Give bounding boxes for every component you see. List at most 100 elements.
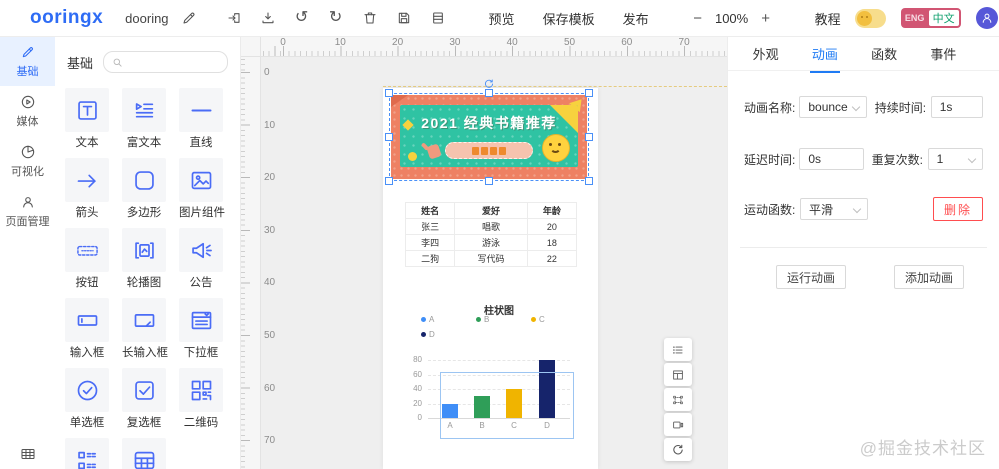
zoom-out-button[interactable]: −	[689, 10, 707, 27]
y-axis-label: 20	[413, 398, 422, 408]
repeat-label: 重复次数:	[871, 152, 923, 167]
component-item-5[interactable]: 图片组件	[179, 158, 225, 219]
block-icon	[671, 418, 685, 432]
pie-chart-icon	[20, 144, 36, 160]
component-item-0[interactable]: 文本	[65, 88, 109, 149]
component-label: 单选框	[69, 417, 105, 429]
block-tool-button[interactable]	[664, 413, 692, 436]
zoom-in-button[interactable]: +	[757, 10, 775, 27]
resize-handle[interactable]	[485, 89, 493, 97]
table-row: 张三 唱歌 20	[404, 218, 578, 235]
sidebar-item-1[interactable]: 媒体	[0, 86, 55, 136]
y-axis-label: 0	[417, 413, 422, 422]
banner-title: 2021 经典书籍推荐	[421, 115, 557, 131]
smiley-face-decor	[542, 134, 570, 162]
component-item-1[interactable]: 富文本	[122, 88, 166, 149]
component-label: 按钮	[75, 277, 99, 289]
search-input[interactable]	[103, 51, 228, 73]
layout-tool-button[interactable]	[664, 363, 692, 386]
component-item-14[interactable]: 二维码	[179, 368, 223, 429]
language-toggle[interactable]: ENG 中文	[900, 8, 961, 28]
undo-button[interactable]: ↺	[285, 0, 319, 36]
watermark: @掘金技术社区	[859, 439, 986, 458]
component-item-10[interactable]: 长输入框	[122, 298, 168, 359]
table-header-cell: 爱好	[454, 202, 528, 219]
component-item-3[interactable]: 箭头	[65, 158, 109, 219]
delay-input[interactable]: 0s	[799, 148, 864, 170]
delete-button[interactable]	[353, 0, 387, 36]
delete-animation-button[interactable]: 删除	[933, 197, 983, 221]
lang-eng-segment[interactable]: ENG	[901, 13, 929, 23]
transform-tool-button[interactable]	[664, 388, 692, 411]
component-item-12[interactable]: 单选框	[65, 368, 109, 429]
user-avatar[interactable]	[975, 7, 998, 29]
sidebar-item-label: 可视化	[11, 165, 44, 178]
layers-tool-button[interactable]	[664, 338, 692, 361]
resize-handle[interactable]	[585, 133, 593, 141]
ruler-corner	[240, 36, 261, 57]
save-button[interactable]	[387, 0, 421, 36]
sidebar-item-3[interactable]: 页面管理	[0, 186, 55, 236]
component-item-2[interactable]: 直线	[179, 88, 223, 149]
refresh-tool-button[interactable]	[664, 438, 692, 461]
resize-handle[interactable]	[385, 177, 393, 185]
preview-button[interactable]: 预览	[475, 9, 529, 28]
list2-icon	[74, 447, 101, 469]
component-item-8[interactable]: 公告	[179, 228, 223, 289]
table-cell: 二狗	[404, 250, 456, 267]
bar-chart-element[interactable]: 柱状图 A B C D 0 20 40 60 80 A B C D	[405, 300, 577, 440]
component-item-15[interactable]	[65, 438, 109, 469]
chart-bar-B	[474, 396, 490, 418]
resize-handle[interactable]	[385, 89, 393, 97]
tutorial-button[interactable]: 教程	[801, 9, 855, 28]
legend-item-D: D	[421, 330, 435, 339]
save-template-button[interactable]: 保存模板	[529, 9, 609, 28]
repeat-select[interactable]: 1	[927, 148, 983, 170]
duration-input[interactable]: 1s	[930, 96, 983, 118]
app-logo: ooringx	[6, 6, 103, 30]
component-item-6[interactable]: 按钮	[65, 228, 109, 289]
shortcuts-grid-icon[interactable]	[19, 445, 37, 463]
save-icon	[396, 10, 412, 26]
redo-button[interactable]: ↻	[319, 0, 353, 36]
tab-3[interactable]: 事件	[914, 36, 973, 70]
banner-element[interactable]: 2021 经典书籍推荐	[385, 79, 593, 185]
publish-button[interactable]: 发布	[609, 9, 663, 28]
resize-handle[interactable]	[585, 177, 593, 185]
component-item-7[interactable]: 轮播图	[122, 228, 166, 289]
h-ruler-label: 30	[449, 37, 461, 48]
text-icon	[74, 97, 101, 124]
resize-handle[interactable]	[485, 177, 493, 185]
import-button[interactable]	[217, 0, 251, 36]
component-item-9[interactable]: 输入框	[65, 298, 109, 359]
tab-0[interactable]: 外观	[736, 36, 795, 70]
component-label: 多边形	[126, 207, 162, 219]
template-button[interactable]	[421, 0, 455, 36]
tab-2[interactable]: 函数	[855, 36, 914, 70]
component-item-11[interactable]: 下拉框	[179, 298, 223, 359]
sidebar-item-0[interactable]: 基础	[0, 36, 55, 86]
table-element[interactable]: 姓名 爱好 年龄 张三 唱歌 20 李四 游泳 18 二狗 写代码 22	[404, 202, 578, 267]
left-nav-rail: 基础 媒体可视化页面管理	[0, 36, 56, 469]
anim-name-select[interactable]: bounce	[799, 96, 867, 118]
lang-zh-segment[interactable]: 中文	[928, 10, 959, 26]
run-animation-button[interactable]: 运行动画	[776, 265, 847, 289]
redo-icon: ↻	[328, 9, 343, 26]
resize-handle[interactable]	[385, 133, 393, 141]
qrcode-icon	[188, 377, 215, 404]
component-item-4[interactable]: 多边形	[122, 158, 166, 219]
announce-icon	[188, 237, 215, 264]
add-animation-button[interactable]: 添加动画	[894, 265, 965, 289]
download-button[interactable]	[251, 0, 285, 36]
properties-panel: 外观 动画 函数 事件 动画名称: bounce 持续时间: 1s 延迟时间: 0s …	[727, 36, 999, 469]
table-cell: 张三	[404, 218, 456, 235]
edit-pen-icon[interactable]	[181, 0, 197, 36]
component-item-16[interactable]	[122, 438, 166, 469]
theme-toggle[interactable]	[854, 8, 886, 28]
easing-select[interactable]: 平滑	[800, 198, 868, 220]
select-icon	[188, 307, 215, 334]
sidebar-item-2[interactable]: 可视化	[0, 136, 55, 186]
tab-1[interactable]: 动画	[795, 36, 854, 73]
component-item-13[interactable]: 复选框	[122, 368, 166, 429]
resize-handle[interactable]	[585, 89, 593, 97]
